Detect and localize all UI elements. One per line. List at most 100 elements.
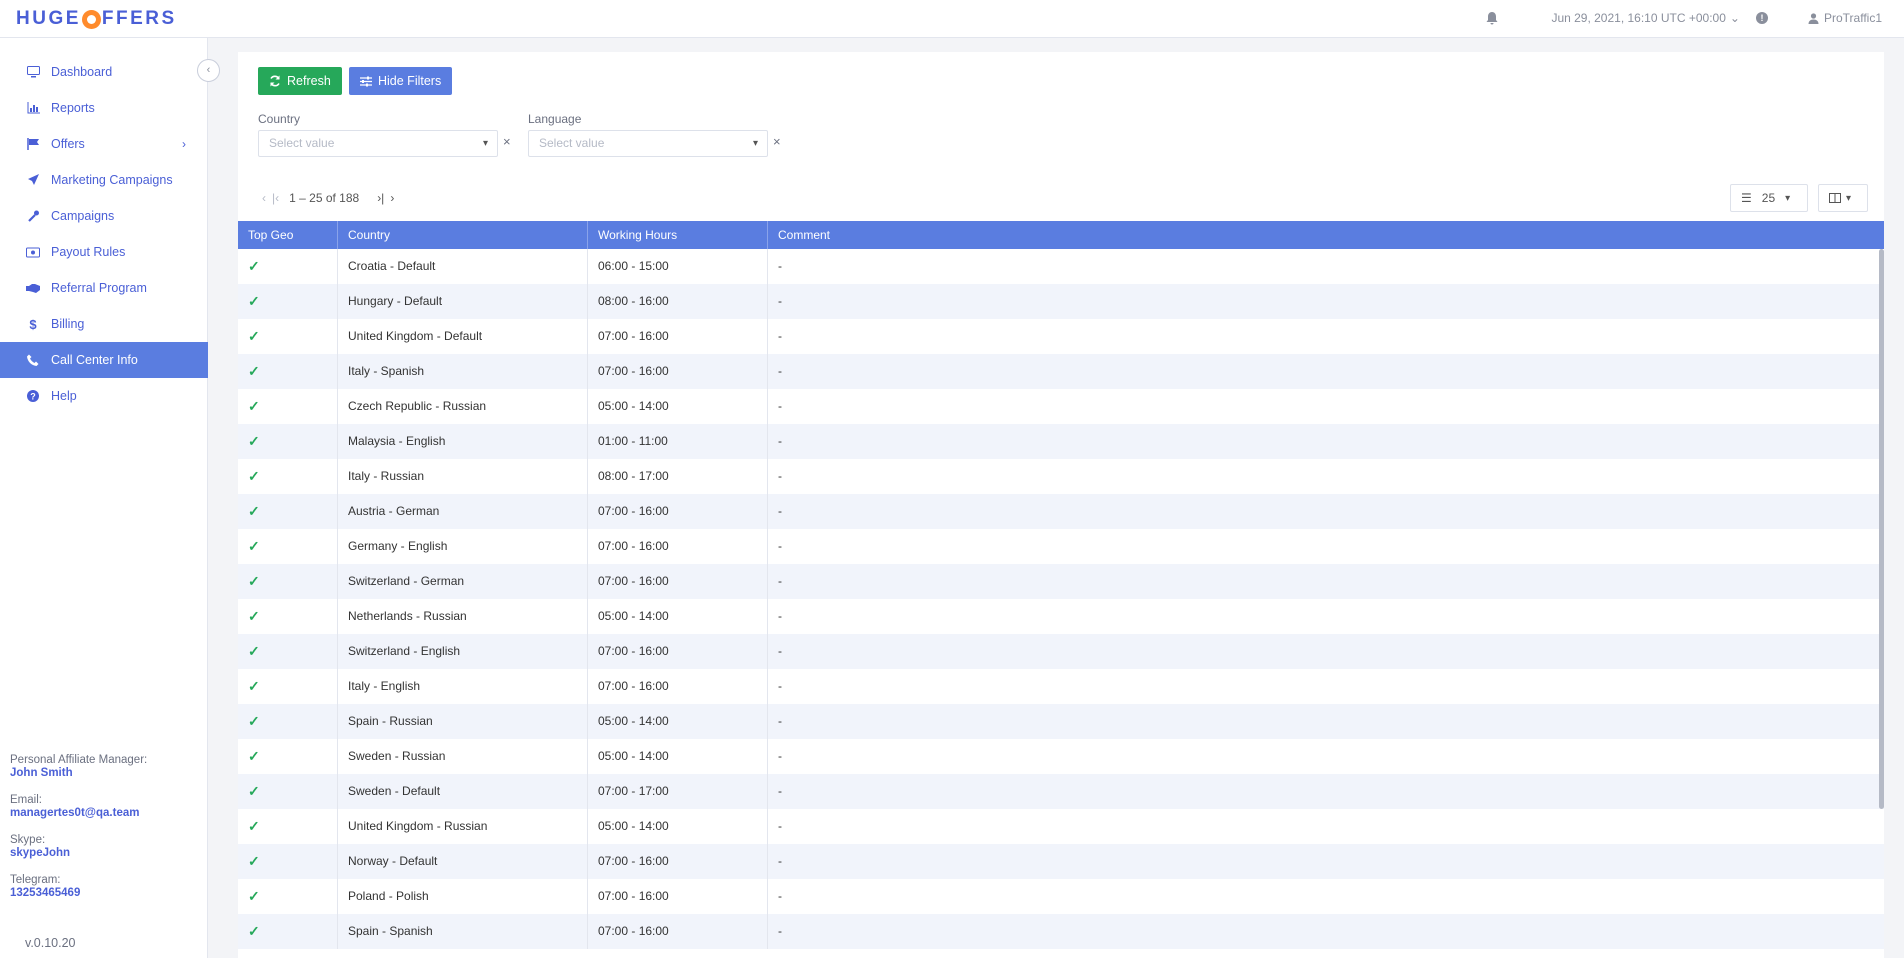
call-center-table: Top Geo Country Working Hours Comment ✓ C… [238,221,1884,958]
working-hours-cell: 07:00 - 16:00 [588,634,768,669]
sliders-icon [360,76,372,86]
table-row: ✓ Hungary - Default 08:00 - 16:00- [238,284,1884,319]
country-cell: Sweden - Russian [338,739,588,774]
table-row: ✓ United Kingdom - Russian 05:00 - 14:00- [238,809,1884,844]
telegram-label: Telegram: [10,874,61,886]
sidebar-collapse-button[interactable]: ‹ [197,59,220,82]
table-row: ✓ Sweden - Russian 05:00 - 14:00- [238,739,1884,774]
check-icon: ✓ [248,783,260,799]
country-cell: Poland - Polish [338,879,588,914]
check-icon: ✓ [248,328,260,344]
working-hours-cell: 05:00 - 14:00 [588,809,768,844]
comment-cell: - [778,644,782,658]
comment-cell: - [778,889,782,903]
top-geo-cell: ✓ [238,494,338,529]
working-hours-cell: 01:00 - 11:00 [588,424,768,459]
bar-chart-icon [26,101,40,115]
datetime-selector[interactable]: Jun 29, 2021, 16:10 UTC +00:00 ⌄ [1551,11,1740,25]
comment-cell: - [778,364,782,378]
sidebar-item-marketing-campaigns[interactable]: Marketing Campaigns [0,162,208,198]
sidebar-item-label: Dashboard [51,65,113,79]
logo[interactable]: HUGE FFERS [16,6,177,32]
check-icon: ✓ [248,713,260,729]
country-cell: Spain - Russian [338,704,588,739]
manager-telegram-link[interactable]: 13253465469 [10,887,200,899]
sidebar: Dashboard Reports Offers › Marketing Cam… [0,38,208,958]
sidebar-item-help[interactable]: ? Help [0,378,208,414]
top-geo-cell: ✓ [238,424,338,459]
table-row: ✓ Spain - Russian 05:00 - 14:00- [238,704,1884,739]
prev-page-button[interactable]: ‹ [262,191,266,205]
money-icon [26,245,40,259]
bell-icon[interactable] [1485,11,1499,25]
manager-skype-link[interactable]: skypeJohn [10,847,200,859]
table-scrollbar[interactable] [1879,249,1884,809]
language-select[interactable]: Select value ▾ [528,130,768,157]
top-geo-cell: ✓ [238,564,338,599]
sidebar-item-offers[interactable]: Offers › [0,126,208,162]
sidebar-item-referral-program[interactable]: Referral Program [0,270,208,306]
country-filter-label: Country [258,112,301,126]
email-label: Email: [10,794,42,806]
username: ProTraffic1 [1823,11,1882,25]
sidebar-item-dashboard[interactable]: Dashboard [0,54,208,90]
sidebar-nav: Dashboard Reports Offers › Marketing Cam… [0,54,208,414]
sidebar-item-payout-rules[interactable]: Payout Rules [0,234,208,270]
country-cell: Malaysia - English [338,424,588,459]
sidebar-item-call-center-info[interactable]: Call Center Info [0,342,208,378]
user-menu[interactable]: ProTraffic1 [1808,11,1882,25]
check-icon: ✓ [248,888,260,904]
sidebar-item-label: Marketing Campaigns [51,173,173,187]
column-header-top-geo[interactable]: Top Geo [238,221,338,249]
country-select-placeholder: Select value [269,136,335,150]
per-page-select[interactable]: ☰ 25 ▾ [1730,184,1808,212]
country-cell: United Kingdom - Russian [338,809,588,844]
refresh-button[interactable]: Refresh [258,67,342,95]
working-hours-cell: 07:00 - 16:00 [588,529,768,564]
columns-icon [1829,193,1841,203]
country-cell: Italy - English [338,669,588,704]
svg-text:?: ? [30,392,36,402]
sidebar-item-billing[interactable]: $ Billing [0,306,208,342]
table-row: ✓ Austria - German 07:00 - 16:00- [238,494,1884,529]
info-icon[interactable]: ! [1755,12,1768,24]
sidebar-item-reports[interactable]: Reports [0,90,208,126]
column-settings-button[interactable]: ▾ [1818,184,1868,212]
manager-name: John Smith [10,767,73,779]
next-page-button[interactable]: › [390,191,394,205]
column-header-working-hours[interactable]: Working Hours [588,221,768,249]
working-hours-cell: 07:00 - 16:00 [588,494,768,529]
datetime-text: Jun 29, 2021, 16:10 UTC +00:00 [1551,11,1726,25]
sidebar-item-campaigns[interactable]: Campaigns [0,198,208,234]
top-geo-cell: ✓ [238,459,338,494]
country-cell: Germany - English [338,529,588,564]
pagination-range: 1 – 25 of 188 [289,191,360,205]
sidebar-item-label: Payout Rules [51,245,126,259]
question-icon: ? [26,389,40,403]
comment-cell: - [778,819,782,833]
country-cell: Switzerland - German [338,564,588,599]
working-hours-cell: 07:00 - 16:00 [588,844,768,879]
manager-email-link[interactable]: managertes0t@qa.team [10,807,200,819]
check-icon: ✓ [248,748,260,764]
top-geo-cell: ✓ [238,634,338,669]
comment-cell: - [778,854,782,868]
language-clear-button[interactable]: × [773,134,781,149]
column-header-comment[interactable]: Comment [768,221,1884,249]
comment-cell: - [778,329,782,343]
check-icon: ✓ [248,503,260,519]
country-cell: Italy - Russian [338,459,588,494]
chevron-down-icon: ▾ [1785,192,1791,204]
hide-filters-button[interactable]: Hide Filters [349,67,453,95]
last-page-button[interactable]: ›| [377,191,384,205]
comment-cell: - [778,714,782,728]
top-geo-cell: ✓ [238,774,338,809]
column-header-country[interactable]: Country [338,221,588,249]
comment-cell: - [778,434,782,448]
working-hours-cell: 07:00 - 16:00 [588,669,768,704]
country-select[interactable]: Select value ▾ [258,130,498,157]
working-hours-cell: 05:00 - 14:00 [588,704,768,739]
first-page-button[interactable]: |‹ [272,191,279,205]
working-hours-cell: 05:00 - 14:00 [588,739,768,774]
country-clear-button[interactable]: × [503,134,511,149]
